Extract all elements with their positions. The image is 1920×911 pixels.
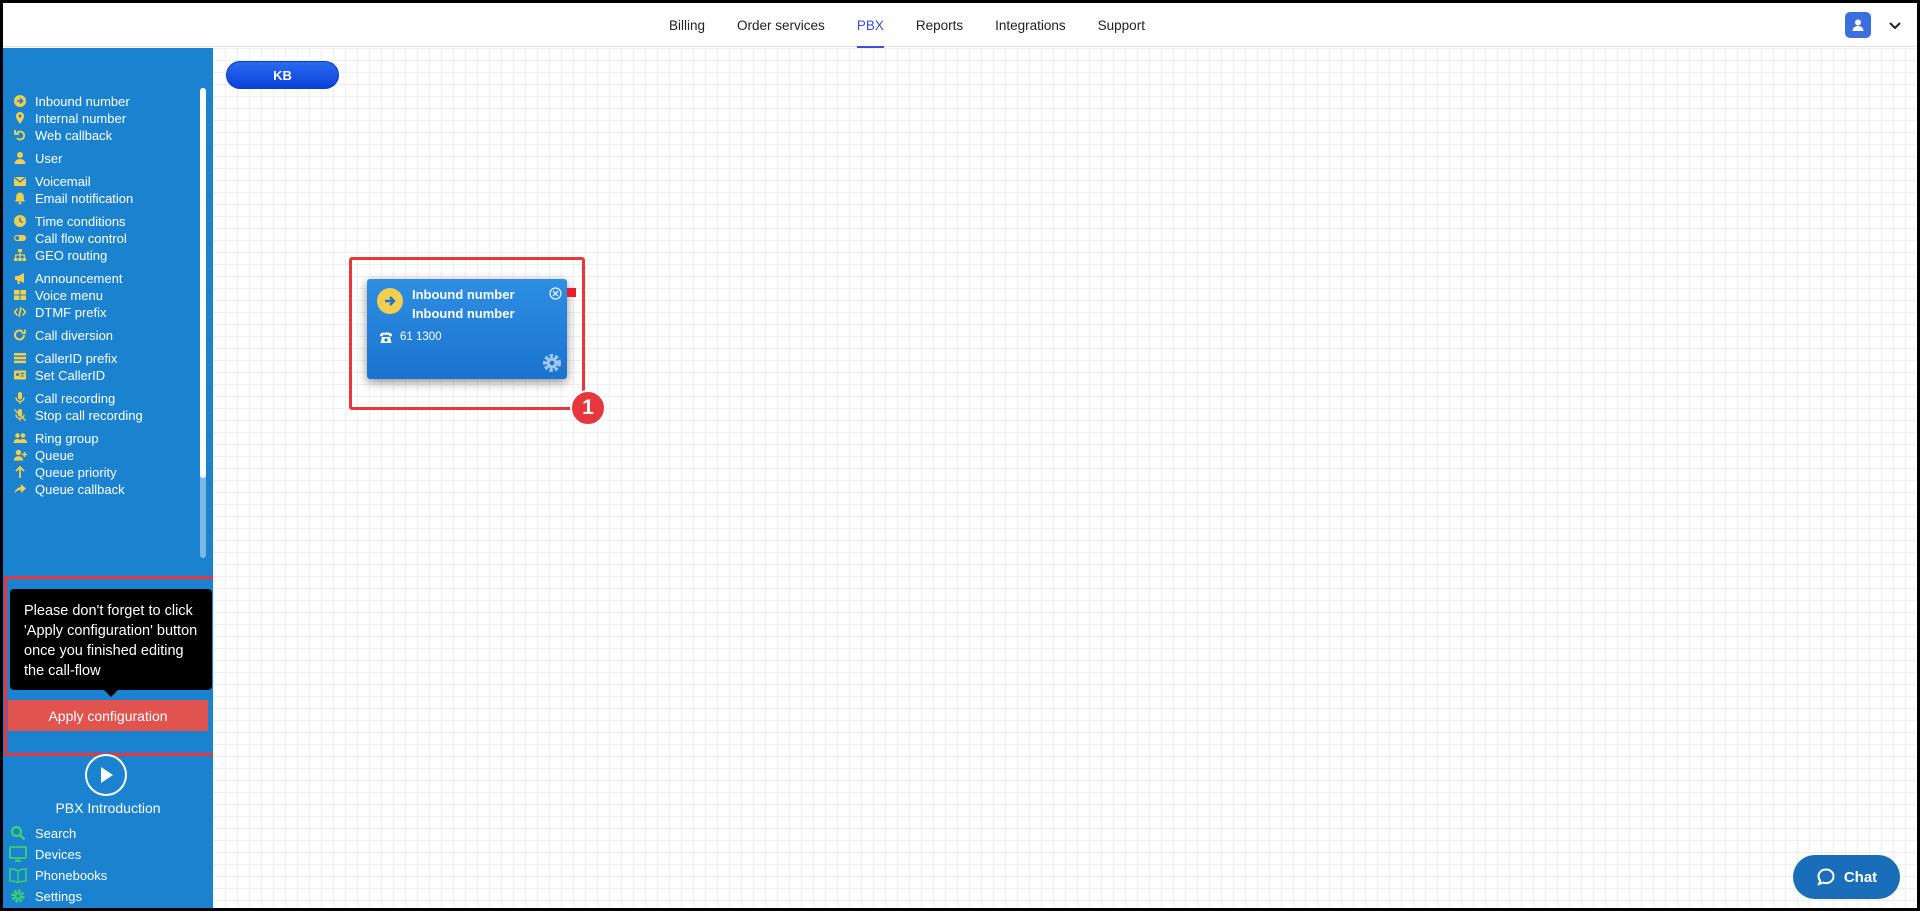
sidebar: Inbound number Internal number Web callbac… <box>3 48 251 908</box>
component-palette: Inbound number Internal number Web callbac… <box>3 88 208 618</box>
main-menu: Billing Order services PBX Reports Integ… <box>653 3 1161 48</box>
nav-order-services[interactable]: Order services <box>721 3 841 47</box>
envelope-icon <box>13 174 27 188</box>
palette-item-set-callerid[interactable]: Set CallerID <box>13 365 105 385</box>
call-flow-canvas[interactable]: KB Inbound number Inbound number 61 1300… <box>213 48 1917 908</box>
palette-item-queue-callback[interactable]: Queue callback <box>13 479 125 499</box>
user-icon <box>13 151 27 165</box>
annotation-highlight-box <box>4 576 227 756</box>
gear-icon <box>9 887 27 905</box>
palette-item-label: Queue priority <box>35 464 117 480</box>
user-plus-icon <box>13 448 27 462</box>
search-icon <box>9 824 27 842</box>
palette-item-label: Announcement <box>35 270 123 286</box>
play-icon <box>101 767 113 783</box>
palette-item-label: Call recording <box>35 390 116 406</box>
app-window: Billing Order services PBX Reports Integ… <box>3 3 1917 908</box>
list-icon <box>13 351 27 365</box>
palette-item-label: Email notification <box>35 190 134 206</box>
toggle-icon <box>13 231 27 245</box>
palette-item-label: User <box>35 150 63 166</box>
palette-item-label: Call flow control <box>35 230 127 246</box>
chat-bubble-icon <box>1817 868 1835 886</box>
pbx-introduction-play-button[interactable] <box>85 754 127 796</box>
palette-item-geo-routing[interactable]: GEO routing <box>13 245 107 265</box>
palette-item-label: Call diversion <box>35 327 114 343</box>
palette-item-label: Queue <box>35 447 75 463</box>
nav-billing[interactable]: Billing <box>653 3 721 47</box>
annotation-badge: 1 <box>570 390 606 426</box>
palette-item-user[interactable]: User <box>13 148 62 168</box>
arrow-up-icon <box>13 465 27 479</box>
palette-item-label: Stop call recording <box>35 407 143 423</box>
palette-item-label: CallerID prefix <box>35 350 118 366</box>
id-card-icon <box>13 368 27 382</box>
pbx-introduction-label[interactable]: PBX Introduction <box>3 800 213 816</box>
palette-item-call-diversion[interactable]: Call diversion <box>13 325 113 345</box>
palette-item-label: Voice menu <box>35 287 103 303</box>
nav-reports[interactable]: Reports <box>900 3 979 47</box>
sidebar-link-label: Search <box>35 825 77 841</box>
palette-item-label: Voicemail <box>35 173 91 189</box>
undo-icon <box>13 128 27 142</box>
code-icon <box>13 305 27 319</box>
palette-item-label: Time conditions <box>35 213 126 229</box>
palette-item-label: Web callback <box>35 127 113 143</box>
nav-pbx[interactable]: PBX <box>841 3 900 48</box>
sidebar-link-settings[interactable]: Settings <box>9 887 82 905</box>
clock-icon <box>13 214 27 228</box>
kb-button[interactable]: KB <box>226 61 339 89</box>
chat-label: Chat <box>1843 868 1878 886</box>
redo-icon <box>13 328 27 342</box>
user-menu-button[interactable] <box>1845 12 1871 38</box>
top-navigation-bar: Billing Order services PBX Reports Integ… <box>3 3 1917 48</box>
annotation-highlight-box <box>349 257 585 410</box>
palette-item-label: Inbound number <box>35 93 130 109</box>
palette-item-dtmf-prefix[interactable]: DTMF prefix <box>13 302 107 322</box>
nav-support[interactable]: Support <box>1082 3 1161 47</box>
megaphone-icon <box>13 271 27 285</box>
chevron-down-icon[interactable] <box>1887 17 1903 33</box>
book-icon <box>9 866 27 884</box>
nav-integrations[interactable]: Integrations <box>979 3 1082 47</box>
sidebar-link-search[interactable]: Search <box>9 824 76 842</box>
location-pin-icon <box>13 111 27 125</box>
user-icon <box>1852 19 1864 31</box>
palette-item-stop-call-recording[interactable]: Stop call recording <box>13 405 143 425</box>
sidebar-link-phonebooks[interactable]: Phonebooks <box>9 866 107 884</box>
sitemap-icon <box>13 248 27 262</box>
palette-item-email-notification[interactable]: Email notification <box>13 188 133 208</box>
arrow-circle-icon <box>13 94 27 108</box>
monitor-icon <box>9 845 27 863</box>
microphone-icon <box>13 391 27 405</box>
palette-item-label: DTMF prefix <box>35 304 107 320</box>
sidebar-link-label: Settings <box>35 888 82 904</box>
microphone-slash-icon <box>13 408 27 422</box>
sidebar-link-label: Phonebooks <box>35 867 108 883</box>
palette-item-label: Set CallerID <box>35 367 106 383</box>
sidebar-link-label: Devices <box>35 846 82 862</box>
chat-button[interactable]: Chat <box>1793 855 1900 899</box>
palette-item-label: Ring group <box>35 430 99 446</box>
bell-icon <box>13 191 27 205</box>
palette-item-label: Queue callback <box>35 481 125 497</box>
share-icon <box>13 482 27 496</box>
palette-item-web-callback[interactable]: Web callback <box>13 125 112 145</box>
palette-item-label: GEO routing <box>35 247 108 263</box>
palette-item-label: Internal number <box>35 110 127 126</box>
sidebar-link-devices[interactable]: Devices <box>9 845 81 863</box>
grid-icon <box>13 288 27 302</box>
palette-scrollbar-thumb[interactable] <box>200 88 206 478</box>
users-icon <box>13 431 27 445</box>
